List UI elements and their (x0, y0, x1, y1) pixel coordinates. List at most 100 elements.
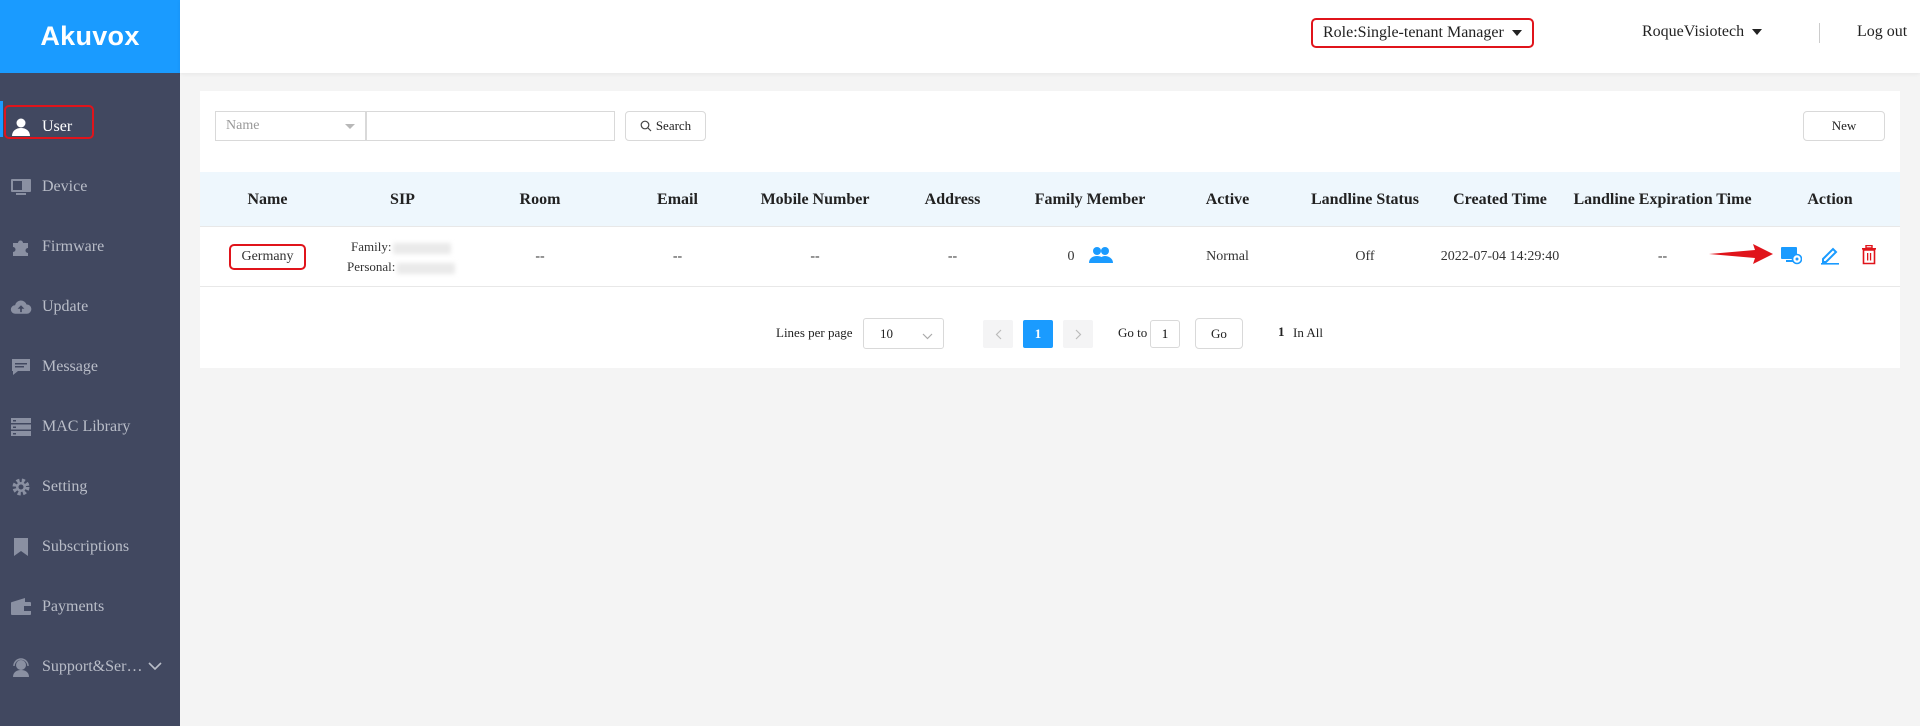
sip-family-value-redacted (393, 242, 452, 254)
page-number-current[interactable]: 1 (1023, 320, 1053, 348)
table-row: Germany Family: Personal: -- -- -- -- 0 … (200, 227, 1900, 287)
device-icon (10, 176, 32, 198)
user-name[interactable]: Germany (229, 244, 306, 270)
go-button[interactable]: Go (1195, 318, 1243, 349)
cell-family-member: 0 (1020, 227, 1160, 287)
column-header[interactable]: SIP (335, 172, 470, 227)
cell-address: -- (947, 249, 958, 264)
table-header: Name SIP Room Email Mobile Number Addres… (200, 172, 1900, 227)
search-input[interactable] (366, 111, 615, 141)
chevron-right-icon (1075, 329, 1081, 339)
family-member-count: 0 (1067, 249, 1075, 264)
device-manage-icon[interactable] (1780, 245, 1803, 270)
highlight-box (4, 105, 94, 139)
goto-page-input[interactable] (1150, 320, 1180, 348)
role-label: Role:Single-tenant Manager (1323, 24, 1504, 41)
sidebar-item-label: Update (42, 298, 89, 315)
cell-active: Normal (1206, 249, 1249, 264)
sip-family: Family: (347, 237, 452, 257)
top-header: Role:Single-tenant Manager RoqueVisiotec… (180, 0, 1920, 73)
account-menu[interactable]: RoqueVisiotech (1642, 23, 1763, 41)
headset-icon (10, 656, 32, 678)
column-header[interactable]: Name (200, 172, 335, 227)
sidebar-item-setting[interactable]: Setting (0, 457, 180, 517)
sidebar-item-label: Subscriptions (42, 538, 130, 555)
cell-name: Germany (200, 227, 335, 287)
sidebar-item-user[interactable]: User (0, 97, 180, 157)
triangle-down-icon (345, 124, 355, 129)
prev-page-button[interactable] (983, 320, 1013, 348)
sidebar-nav: User Device Firmware Update Message MAC … (0, 97, 180, 697)
sidebar-item-message[interactable]: Message (0, 337, 180, 397)
cell-room: -- (535, 249, 545, 264)
red-arrow-annotation (1709, 244, 1773, 264)
chevron-down-icon (922, 328, 933, 344)
header-divider (1819, 23, 1820, 43)
chevron-down-icon[interactable] (148, 658, 163, 676)
sip-personal-value-redacted (397, 262, 456, 274)
edit-icon[interactable] (1820, 245, 1840, 270)
column-header[interactable]: Active (1160, 172, 1295, 227)
delete-icon[interactable] (1861, 244, 1877, 270)
role-dropdown[interactable]: Role:Single-tenant Manager (1311, 18, 1534, 48)
column-header[interactable]: Room (470, 172, 610, 227)
logo: Akuvox (0, 0, 180, 73)
gear-icon (10, 476, 32, 498)
wallet-icon (10, 596, 32, 618)
family-members-icon[interactable] (1088, 246, 1113, 269)
sidebar-item-support[interactable]: Support&Ser… (0, 637, 180, 697)
sidebar-item-label: Firmware (42, 238, 105, 255)
sidebar-item-mac-library[interactable]: MAC Library (0, 397, 180, 457)
filter-field-select[interactable]: Name (215, 111, 366, 141)
column-header: Action (1807, 190, 1853, 208)
sidebar-item-label: MAC Library (42, 418, 131, 435)
column-header[interactable]: Landline Status (1295, 172, 1435, 227)
sidebar-item-label: Setting (42, 478, 88, 495)
bookmark-icon (10, 536, 32, 558)
sidebar-item-payments[interactable]: Payments (0, 577, 180, 637)
sidebar-item-update[interactable]: Update (0, 277, 180, 337)
new-button[interactable]: New (1803, 111, 1885, 141)
puzzle-icon (10, 236, 32, 258)
account-name: RoqueVisiotech (1642, 23, 1745, 40)
server-icon (10, 416, 32, 438)
sidebar-item-label: Device (42, 178, 88, 195)
sidebar-item-firmware[interactable]: Firmware (0, 217, 180, 277)
sidebar-item-subscriptions[interactable]: Subscriptions (0, 517, 180, 577)
logout-link[interactable]: Log out (1857, 23, 1907, 41)
sidebar-item-device[interactable]: Device (0, 157, 180, 217)
caret-down-icon (1752, 29, 1763, 35)
sidebar-item-label: Payments (42, 598, 105, 615)
column-header[interactable]: Mobile Number (745, 172, 885, 227)
lines-per-page-select[interactable]: 10 (863, 318, 944, 349)
next-page-button[interactable] (1063, 320, 1093, 348)
caret-down-icon (1511, 30, 1522, 36)
sip-personal: Personal: (347, 257, 456, 277)
cell-sip: Family: Personal: (347, 227, 472, 287)
search-button[interactable]: Search (625, 111, 706, 141)
sidebar-item-label: Support&Ser… (42, 658, 143, 675)
user-list-card: Name Search New Name SIP Room Email Mobi… (200, 91, 1900, 368)
chevron-left-icon (995, 329, 1001, 339)
goto-label: Go to (1118, 325, 1148, 340)
sidebar-item-label: Message (42, 358, 98, 375)
column-header[interactable]: Landline Expiration Time (1565, 172, 1760, 227)
lines-per-page-value: 10 (880, 325, 893, 341)
search-icon (640, 120, 652, 132)
column-header[interactable]: Address (885, 172, 1020, 227)
in-all-label: In All (1293, 325, 1323, 340)
total-count: 1 (1278, 324, 1285, 339)
cell-email: -- (672, 249, 683, 264)
column-header[interactable]: Family Member (1020, 172, 1160, 227)
search-button-label: Search (655, 118, 692, 133)
sip-family-label: Family: (351, 239, 392, 254)
lines-per-page-label: Lines per page (776, 325, 853, 340)
cell-landline-status: Off (1355, 249, 1375, 264)
column-header[interactable]: Email (610, 172, 745, 227)
cell-mobile: -- (810, 249, 820, 264)
column-header[interactable]: Created Time (1435, 172, 1565, 227)
sidebar: Akuvox User Device Firmware Update Messa… (0, 0, 180, 726)
message-icon (10, 356, 32, 378)
cloud-upload-icon (10, 296, 32, 318)
sip-personal-label: Personal: (347, 259, 396, 274)
